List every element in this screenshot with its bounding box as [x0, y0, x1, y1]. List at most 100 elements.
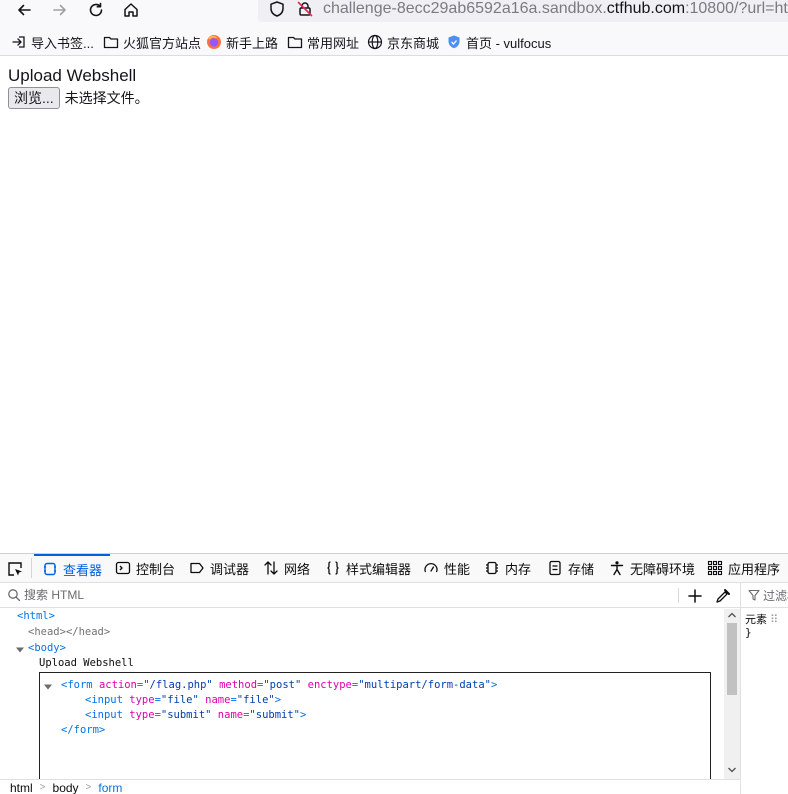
tab-label: 存储	[568, 561, 595, 577]
breadcrumb-body[interactable]: body	[53, 781, 79, 794]
breadcrumb-html[interactable]: html	[10, 781, 33, 794]
bookmark-label: 京东商城	[387, 35, 440, 51]
markup-tag: form	[67, 679, 93, 691]
markup-node-form[interactable]: <form action="/flag.php" method="post" e…	[61, 678, 497, 692]
bookmark-import[interactable]: 导入书签...	[11, 33, 94, 51]
tab-console[interactable]: 控制台	[115, 554, 175, 582]
tab-label: 控制台	[136, 561, 176, 577]
markup-tag: <head>	[28, 626, 66, 638]
reload-button[interactable]	[84, 0, 108, 20]
markup-node-body[interactable]: <body>	[28, 641, 66, 655]
collapse-body-icon[interactable]	[16, 646, 24, 654]
forward-button[interactable]	[48, 0, 72, 20]
tab-memory[interactable]: 内存	[484, 554, 531, 582]
bookmark-jd[interactable]: 京东商城	[367, 33, 439, 51]
arrow-left-icon	[18, 4, 31, 16]
filter-icon	[748, 589, 760, 601]
browser-toolbar: challenge-8ecc29ab6592a16a.sandbox.ctfhu…	[0, 0, 788, 26]
inspector-icon	[44, 562, 56, 576]
breadcrumb: html > body > form	[0, 779, 740, 794]
no-file-selected-text: 未选择文件。	[64, 90, 149, 106]
bookmark-label: 新手上路	[226, 35, 279, 51]
markup-attr-value: "multipart/form-data"	[358, 679, 491, 691]
firefox-icon	[207, 35, 221, 49]
markup-view: <html> <head></head> <body> Upload Websh…	[0, 609, 724, 779]
back-button[interactable]	[12, 0, 36, 20]
folder-icon	[287, 36, 303, 49]
home-button[interactable]	[119, 0, 143, 20]
tab-label: 无障碍环境	[630, 561, 696, 577]
bookmark-common-sites[interactable]: 常用网址	[287, 33, 359, 51]
tab-performance[interactable]: 性能	[423, 554, 470, 582]
chevron-up-icon[interactable]	[728, 612, 736, 618]
bookmarks-bar: 导入书签... 火狐官方站点 新手上路 常用网址 京东商城 首页 - vulfo…	[0, 26, 788, 56]
grid-icon	[707, 560, 723, 576]
braces-icon	[327, 561, 339, 575]
insecure-lock-icon[interactable]	[296, 0, 314, 18]
url-suffix: :10800/?url=http://1	[685, 0, 788, 17]
style-filter[interactable]: 过滤样	[741, 583, 788, 608]
tab-label: 调试器	[210, 561, 250, 577]
rules-sidebar: 过滤样 元素 ⠿ }	[740, 583, 788, 794]
globe-icon	[367, 34, 383, 50]
markup-tag: <body>	[28, 642, 66, 654]
arrow-right-icon	[53, 4, 66, 16]
chevron-down-icon[interactable]	[728, 767, 736, 773]
markup-attr-name: action	[98, 679, 137, 691]
browse-button[interactable]: 浏览...	[8, 87, 60, 109]
markup-tag: </form>	[61, 724, 106, 736]
markup-attr-name: method	[219, 679, 258, 691]
markup-node-head[interactable]: <head></head>	[28, 625, 110, 639]
rule-closing-brace: }	[745, 626, 752, 639]
markup-tag: input	[91, 694, 123, 706]
markup-attr-name: enctype	[307, 679, 352, 691]
markup-node-html[interactable]: <html>	[17, 609, 55, 623]
markup-tag: <html>	[17, 610, 55, 622]
add-node-icon[interactable]	[686, 587, 704, 605]
file-input[interactable]: 浏览... 未选择文件。	[8, 87, 149, 109]
console-icon	[115, 561, 131, 575]
bookmark-firefox-official[interactable]: 火狐官方站点	[103, 33, 201, 51]
markup-node-input-file[interactable]: <input type="file" name="file">	[85, 693, 281, 707]
tab-label: 查看器	[63, 562, 103, 578]
bookmark-getting-started[interactable]: 新手上路	[206, 33, 278, 51]
tab-debugger[interactable]: 调试器	[189, 554, 249, 582]
network-icon	[264, 561, 278, 575]
reload-icon	[89, 2, 103, 17]
url-domain: ctfhub.com	[606, 0, 686, 17]
markup-node-input-submit[interactable]: <input type="submit" name="submit">	[85, 708, 306, 722]
tab-storage[interactable]: 存储	[547, 554, 594, 582]
chevron-right-icon: >	[85, 782, 92, 793]
url-bar[interactable]: challenge-8ecc29ab6592a16a.sandbox.ctfhu…	[258, 0, 788, 22]
markup-attr-value: "submit"	[160, 709, 212, 721]
markup-scrollbar[interactable]	[724, 609, 740, 779]
chevron-right-icon: >	[39, 782, 46, 793]
tab-label: 应用程序	[728, 561, 781, 577]
html-search-bar	[0, 583, 740, 608]
tab-network[interactable]: 网络	[263, 554, 310, 582]
tab-style-editor[interactable]: 样式编辑器	[325, 554, 411, 582]
search-divider	[678, 588, 679, 603]
accessibility-icon	[610, 561, 624, 576]
tab-accessibility[interactable]: 无障碍环境	[609, 554, 695, 582]
bookmark-vulfocus[interactable]: 首页 - vulfocus	[446, 33, 551, 51]
url-text[interactable]: challenge-8ecc29ab6592a16a.sandbox.ctfhu…	[323, 0, 788, 18]
tabbar-divider	[31, 558, 32, 578]
bookmark-label: 火狐官方站点	[123, 35, 202, 51]
debugger-icon	[190, 562, 204, 574]
rule-element-label: 元素 ⠿	[745, 614, 779, 626]
collapse-form-icon[interactable]	[44, 683, 52, 691]
tab-application[interactable]: 应用程序	[707, 554, 780, 582]
element-picker-icon[interactable]	[6, 560, 24, 578]
search-html-input[interactable]	[24, 586, 624, 604]
markup-node-form-close[interactable]: </form>	[61, 723, 105, 737]
markup-text-node[interactable]: Upload Webshell	[39, 656, 134, 670]
tab-label: 网络	[284, 561, 311, 577]
devtools-tabbar: 查看器 控制台 调试器 网络 样式编辑器 性能 内存 存储 无障碍环境 应用程序	[0, 554, 788, 583]
chip-icon	[486, 561, 498, 575]
eyedropper-icon[interactable]	[714, 587, 732, 605]
storage-icon	[549, 560, 561, 576]
tab-inspector[interactable]: 查看器	[34, 554, 111, 582]
scrollbar-thumb[interactable]	[727, 623, 737, 695]
breadcrumb-form[interactable]: form	[98, 781, 122, 794]
